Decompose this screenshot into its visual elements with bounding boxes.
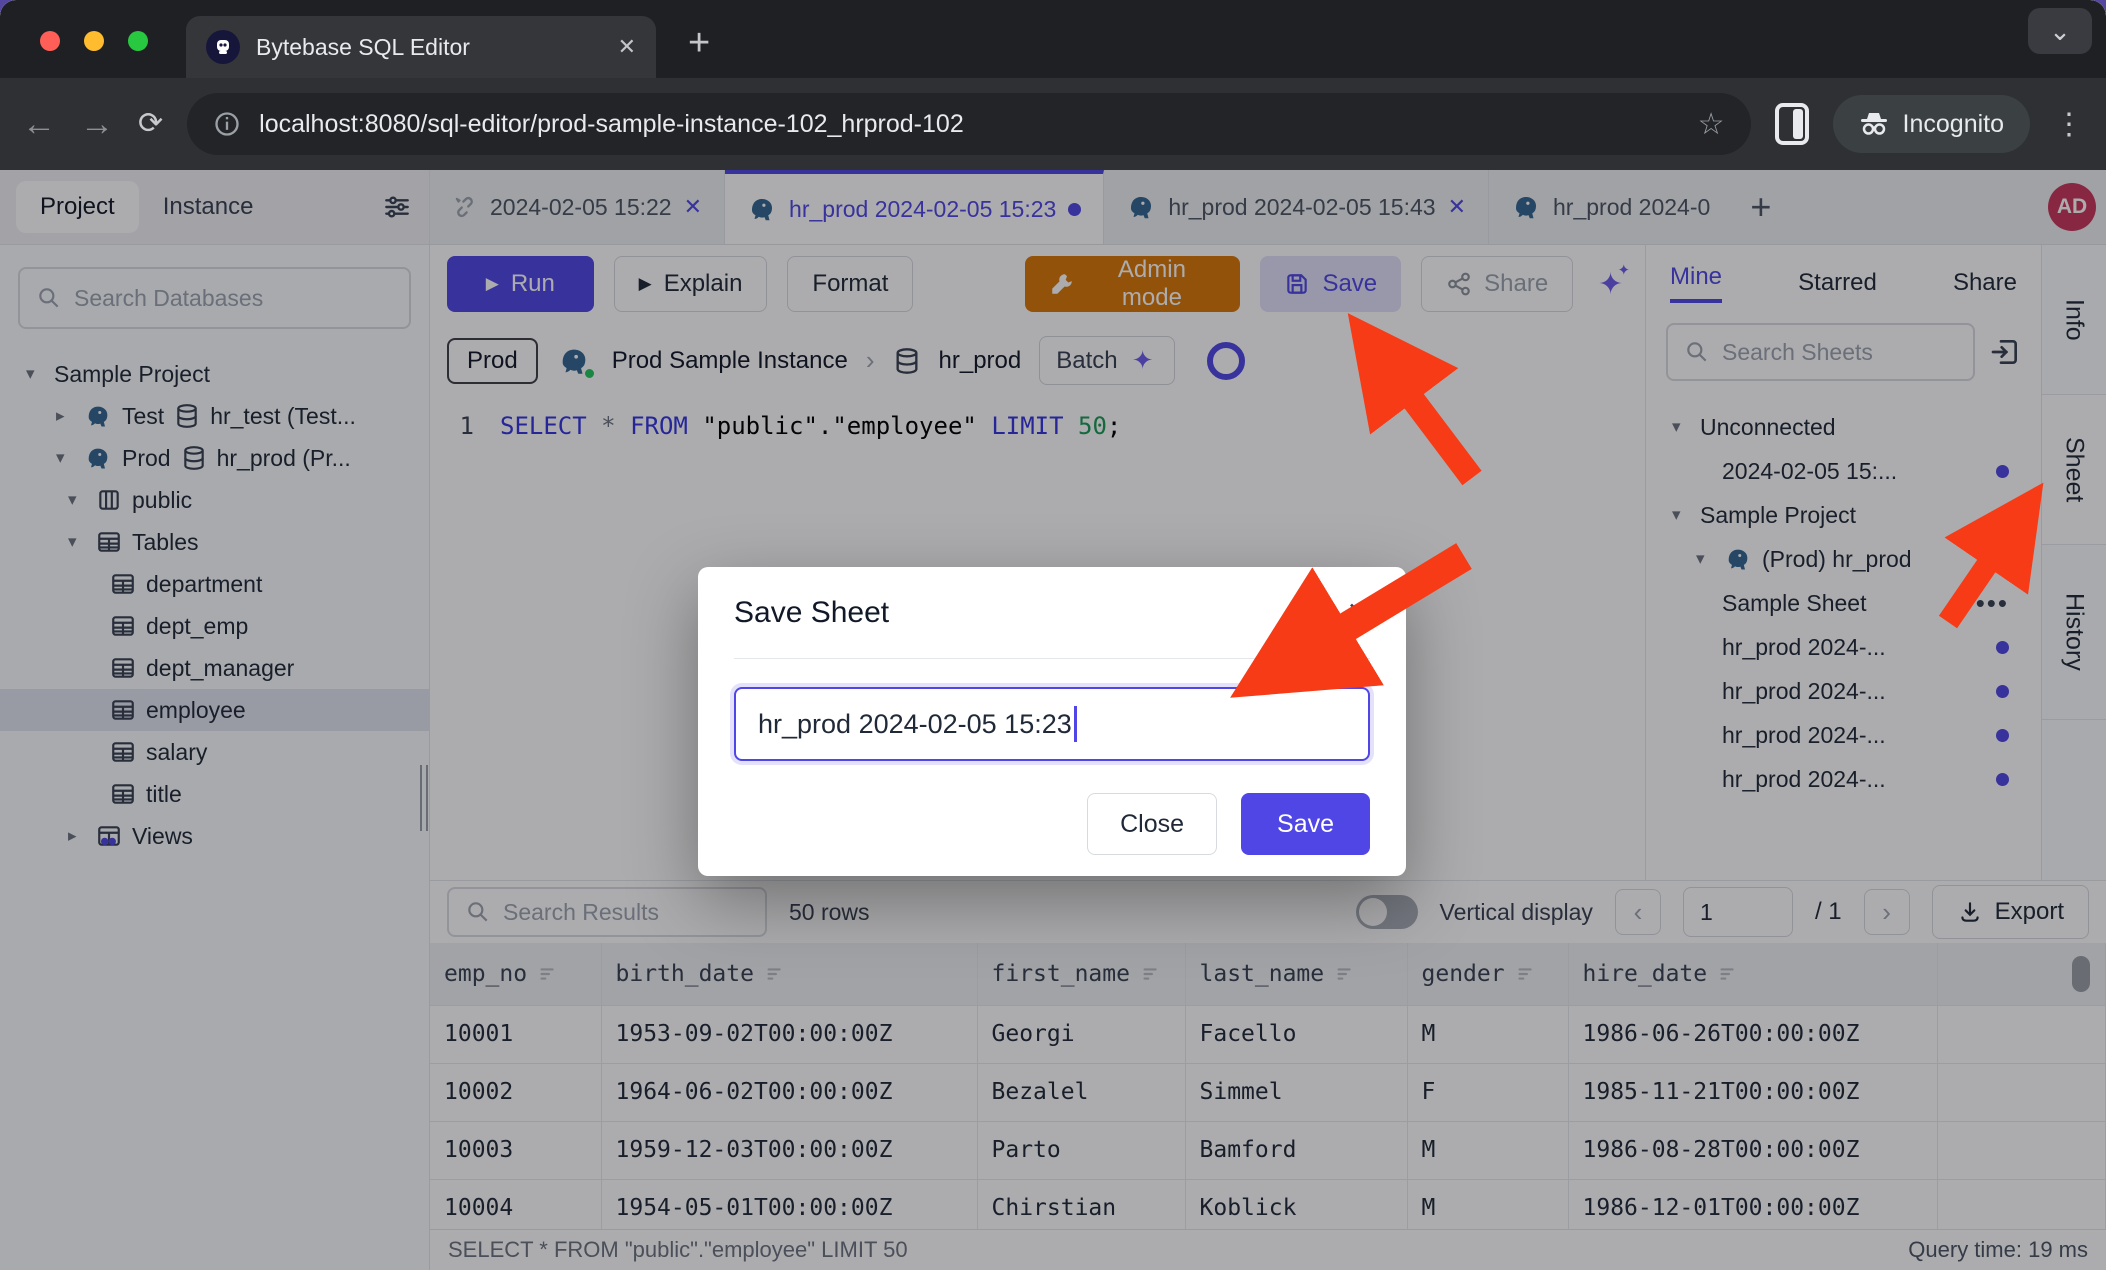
- browser-chrome: Bytebase SQL Editor ✕ + ⌄ ← → ⟳ localhos…: [0, 0, 2106, 170]
- site-info-icon[interactable]: [213, 110, 241, 138]
- side-panel-icon[interactable]: [1775, 103, 1809, 145]
- bookmark-star-icon[interactable]: ☆: [1698, 107, 1725, 142]
- zoom-window-button[interactable]: [128, 31, 148, 51]
- browser-tab-title: Bytebase SQL Editor: [256, 34, 470, 61]
- dialog-footer: Close Save: [734, 793, 1370, 855]
- incognito-icon: [1859, 111, 1889, 137]
- incognito-badge: Incognito: [1833, 95, 2030, 153]
- browser-tab[interactable]: Bytebase SQL Editor ✕: [186, 16, 656, 78]
- sheet-name-input[interactable]: hr_prod 2024-02-05 15:23: [734, 687, 1370, 761]
- forward-icon[interactable]: →: [80, 107, 114, 141]
- address-bar[interactable]: localhost:8080/sql-editor/prod-sample-in…: [187, 93, 1750, 155]
- url-text[interactable]: localhost:8080/sql-editor/prod-sample-in…: [259, 110, 1679, 139]
- close-button[interactable]: Close: [1087, 793, 1217, 855]
- browser-toolbar: ← → ⟳ localhost:8080/sql-editor/prod-sam…: [0, 78, 2106, 170]
- tab-search-chevron-icon[interactable]: ⌄: [2028, 8, 2092, 54]
- bytebase-favicon-icon: [206, 30, 240, 64]
- close-window-button[interactable]: [40, 31, 60, 51]
- new-tab-button[interactable]: +: [688, 22, 710, 65]
- browser-window: Bytebase SQL Editor ✕ + ⌄ ← → ⟳ localhos…: [0, 0, 2106, 1270]
- incognito-label: Incognito: [1903, 110, 2004, 139]
- window-controls: [40, 31, 148, 51]
- reload-icon[interactable]: ⟳: [138, 109, 163, 139]
- back-icon[interactable]: ←: [22, 107, 56, 141]
- minimize-window-button[interactable]: [84, 31, 104, 51]
- browser-menu-icon[interactable]: ⋮: [2054, 107, 2084, 142]
- close-tab-icon[interactable]: ✕: [618, 34, 636, 60]
- dialog-save-button[interactable]: Save: [1241, 793, 1370, 855]
- save-sheet-dialog: Save Sheet ✕ hr_prod 2024-02-05 15:23 Cl…: [698, 567, 1406, 876]
- sheet-name-value: hr_prod 2024-02-05 15:23: [758, 709, 1072, 740]
- dialog-header: Save Sheet ✕: [734, 567, 1370, 659]
- close-icon[interactable]: ✕: [1347, 596, 1370, 629]
- dialog-title: Save Sheet: [734, 596, 889, 630]
- text-caret: [1074, 706, 1077, 742]
